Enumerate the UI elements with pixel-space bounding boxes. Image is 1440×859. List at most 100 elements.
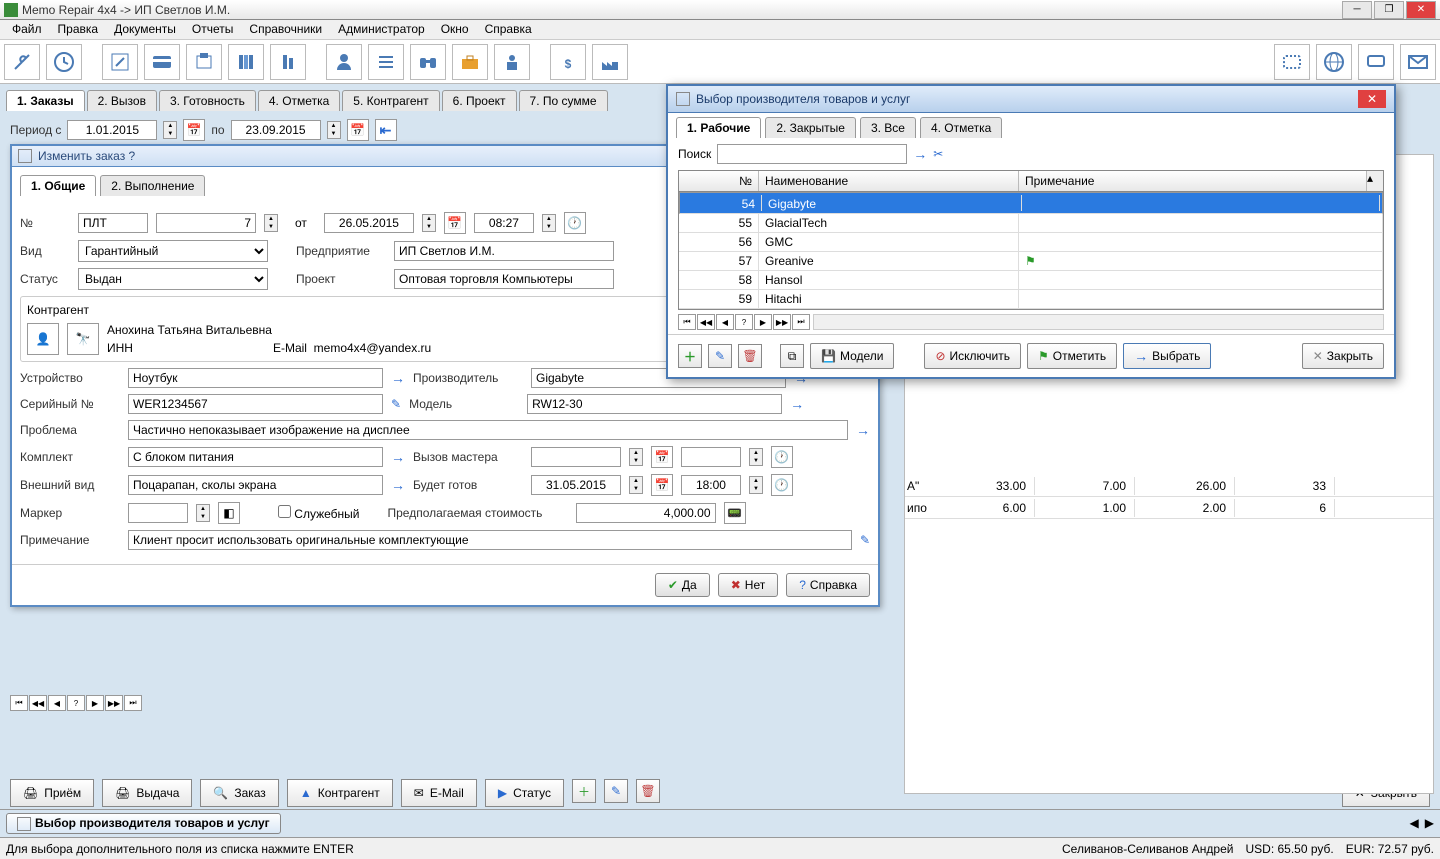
yes-button[interactable]: ✔Да: [655, 573, 710, 597]
email-button[interactable]: ✉ E-Mail: [401, 779, 477, 807]
mfr-grid[interactable]: № Наименование Примечание ▴ 54Gigabyte 5…: [678, 170, 1384, 310]
call-time-spinner[interactable]: ▲▼: [749, 448, 763, 466]
kind-select[interactable]: Гарантийный: [78, 240, 268, 262]
mfr-row[interactable]: 59Hitachi: [679, 290, 1383, 309]
date-from-spinner[interactable]: ▲▼: [163, 121, 177, 139]
nav-last-icon[interactable]: ⏭: [792, 314, 810, 330]
tab-project[interactable]: 6. Проект: [442, 90, 517, 111]
device-lookup-icon[interactable]: →: [391, 370, 405, 386]
order-date-spinner[interactable]: ▲▼: [422, 214, 436, 232]
ready-date-spinner[interactable]: ▲▼: [629, 476, 643, 494]
note-input[interactable]: [128, 530, 852, 550]
tb-tools-icon[interactable]: [4, 44, 40, 80]
call-date-spinner[interactable]: ▲▼: [629, 448, 643, 466]
tb-list-icon[interactable]: [368, 44, 404, 80]
nav-next-icon[interactable]: ▶: [754, 314, 772, 330]
call-calendar-icon[interactable]: 📅: [651, 446, 673, 468]
tab-ready[interactable]: 3. Готовность: [159, 90, 256, 111]
model-lookup-icon[interactable]: →: [790, 396, 804, 412]
calendar-from-icon[interactable]: 📅: [183, 119, 205, 141]
tb-globe-icon[interactable]: [1316, 44, 1352, 80]
mfr-row-selected[interactable]: 54Gigabyte: [679, 192, 1383, 214]
call-time-input[interactable]: [681, 447, 741, 467]
ready-clock-icon[interactable]: 🕐: [771, 474, 793, 496]
tb-history-icon[interactable]: [46, 44, 82, 80]
mfr-col-no[interactable]: №: [679, 171, 759, 191]
tb-binoculars-icon[interactable]: [410, 44, 446, 80]
tab-sum[interactable]: 7. По сумме: [519, 90, 608, 111]
mfr-row[interactable]: 55GlacialTech: [679, 214, 1383, 233]
tb-person-icon[interactable]: [326, 44, 362, 80]
order-tab-execution[interactable]: 2. Выполнение: [100, 175, 205, 196]
menu-edit[interactable]: Правка: [50, 20, 107, 39]
marker-color-icon[interactable]: ◧: [218, 502, 240, 524]
tab-orders[interactable]: 1. Заказы: [6, 90, 85, 111]
mfr-tab-all[interactable]: 3. Все: [860, 117, 916, 138]
taskbar-tab[interactable]: Выбор производителя товаров и услуг: [6, 813, 281, 834]
ready-time-spinner[interactable]: ▲▼: [749, 476, 763, 494]
tb-edit-icon[interactable]: [102, 44, 138, 80]
marker-input[interactable]: [128, 503, 188, 523]
order-date-calendar-icon[interactable]: 📅: [444, 212, 466, 234]
menu-file[interactable]: Файл: [4, 20, 50, 39]
note-edit-icon[interactable]: ✎: [860, 533, 870, 547]
menu-help[interactable]: Справка: [477, 20, 540, 39]
serial-input[interactable]: [128, 394, 383, 414]
order-date-input[interactable]: [324, 213, 414, 233]
help-button[interactable]: ?Справка: [786, 573, 870, 597]
mfr-exclude-button[interactable]: ⊘Исключить: [924, 343, 1021, 369]
order-search-button[interactable]: 🔍 Заказ: [200, 779, 278, 807]
mfr-tab-working[interactable]: 1. Рабочие: [676, 117, 761, 138]
calc-icon[interactable]: 📟: [724, 502, 746, 524]
menu-admin[interactable]: Администратор: [330, 20, 433, 39]
tb-customer-icon[interactable]: [494, 44, 530, 80]
intake-button[interactable]: 🖨 Приём: [10, 779, 94, 807]
tb-stamp-icon[interactable]: [1274, 44, 1310, 80]
mfr-mark-button[interactable]: ⚑Отметить: [1027, 343, 1117, 369]
mfr-tab-closed[interactable]: 2. Закрытые: [765, 117, 856, 138]
ready-date-input[interactable]: [531, 475, 621, 495]
contractor-find-icon[interactable]: 🔭: [67, 323, 99, 355]
order-number-input[interactable]: [156, 213, 256, 233]
mfr-search-clear-icon[interactable]: ✂: [933, 147, 943, 161]
no-button[interactable]: ✖Нет: [718, 573, 779, 597]
call-clock-icon[interactable]: 🕐: [771, 446, 793, 468]
mfr-select-button[interactable]: →Выбрать: [1123, 343, 1211, 369]
mfr-close-button[interactable]: ✕: [1358, 90, 1386, 108]
call-date-input[interactable]: [531, 447, 621, 467]
look-input[interactable]: [128, 475, 383, 495]
maximize-button[interactable]: ❐: [1374, 1, 1404, 19]
menu-window[interactable]: Окно: [433, 20, 477, 39]
mfr-row[interactable]: 56GMC: [679, 233, 1383, 252]
order-time-spinner[interactable]: ▲▼: [542, 214, 556, 232]
menu-reports[interactable]: Отчеты: [184, 20, 241, 39]
kit-lookup-icon[interactable]: →: [391, 449, 405, 465]
mfr-copy-button[interactable]: ⧉: [780, 344, 804, 368]
service-checkbox[interactable]: [278, 505, 291, 518]
mfr-col-note[interactable]: Примечание: [1019, 171, 1367, 191]
tb-building-icon[interactable]: [270, 44, 306, 80]
nav-prev-page-icon[interactable]: ◀◀: [29, 695, 47, 711]
date-from-input[interactable]: [67, 120, 157, 140]
tb-dollar-icon[interactable]: $: [550, 44, 586, 80]
serial-edit-icon[interactable]: ✎: [391, 397, 401, 411]
mfr-close-btn[interactable]: ✕Закрыть: [1302, 343, 1384, 369]
mfr-col-name[interactable]: Наименование: [759, 171, 1019, 191]
nav-next-page-icon[interactable]: ▶▶: [773, 314, 791, 330]
order-prefix-input[interactable]: [78, 213, 148, 233]
device-input[interactable]: [128, 368, 383, 388]
nav-next-icon[interactable]: ▶: [86, 695, 104, 711]
tab-call[interactable]: 2. Вызов: [87, 90, 157, 111]
nav-next-page-icon[interactable]: ▶▶: [105, 695, 123, 711]
status-button[interactable]: ▶ Статус: [485, 779, 564, 807]
marker-spinner[interactable]: ▲▼: [196, 504, 210, 522]
order-time-input[interactable]: [474, 213, 534, 233]
menu-directories[interactable]: Справочники: [241, 20, 330, 39]
calendar-to-icon[interactable]: 📅: [347, 119, 369, 141]
status-select[interactable]: Выдан: [78, 268, 268, 290]
close-button[interactable]: ✕: [1406, 1, 1436, 19]
nav-last-icon[interactable]: ⏭: [124, 695, 142, 711]
tb-factory-icon[interactable]: [592, 44, 628, 80]
order-num-spinner[interactable]: ▲▼: [264, 214, 278, 232]
tb-mail-icon[interactable]: [1400, 44, 1436, 80]
